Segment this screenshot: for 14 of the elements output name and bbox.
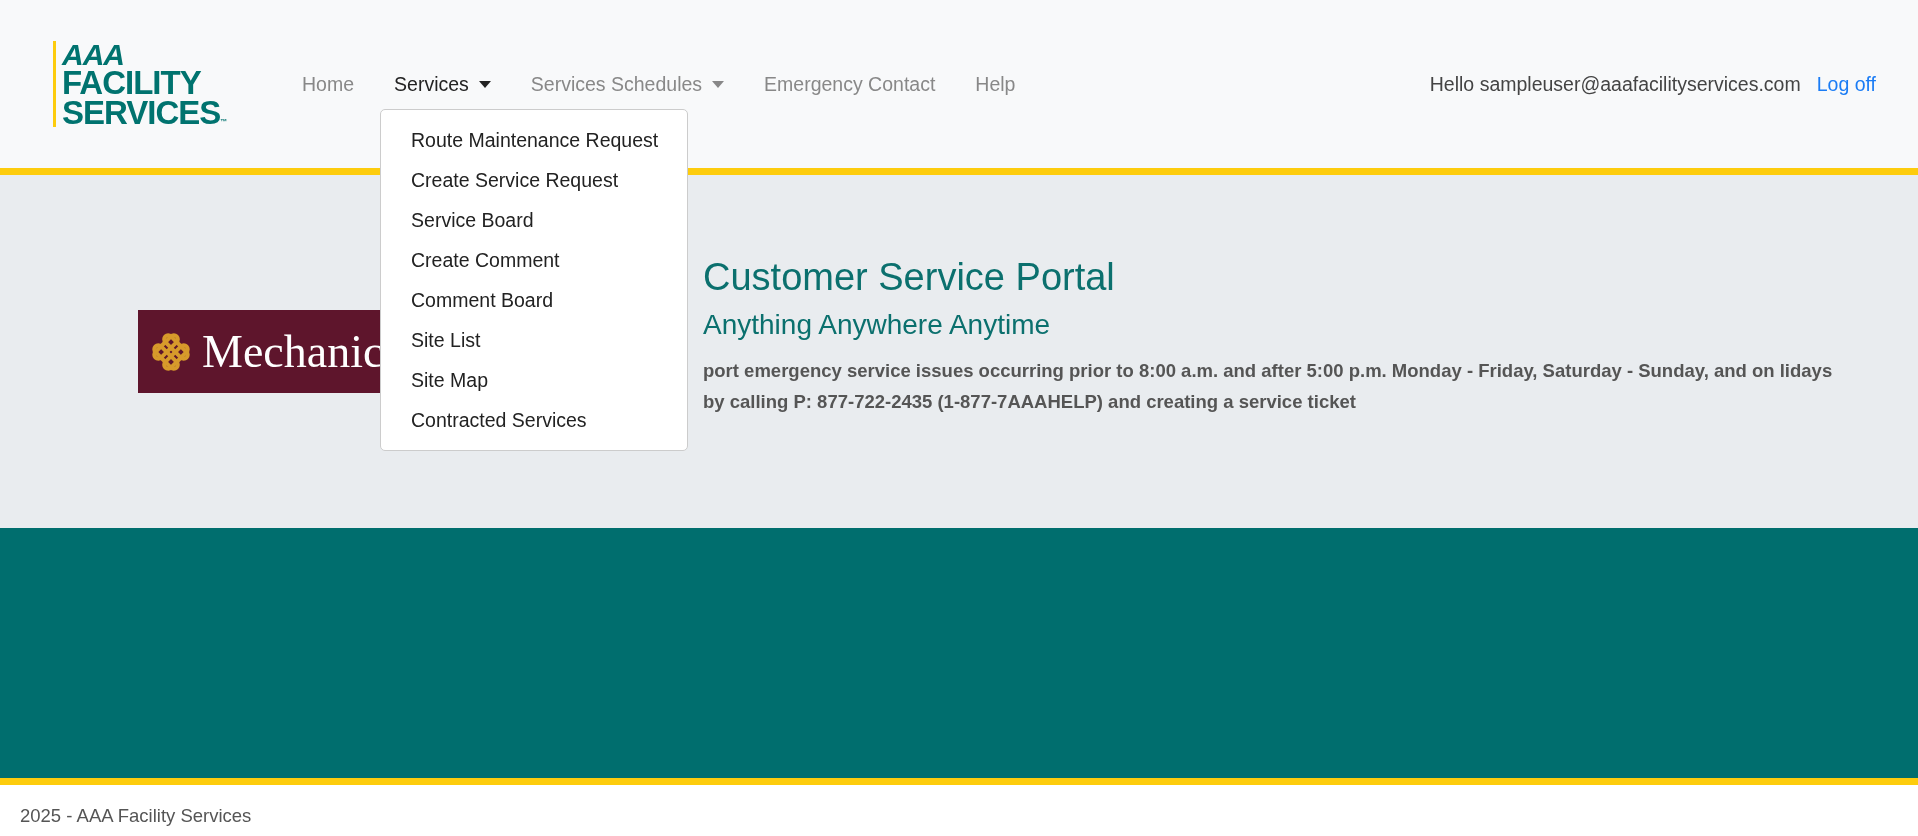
menu-item[interactable]: Service Board [381,199,688,240]
caret-icon [478,80,491,88]
footer-text: 2025 - AAA Facility Services [20,805,252,826]
menu-item[interactable]: Route Maintenance Request [381,119,688,160]
nav-link[interactable]: Services [374,64,511,104]
menu-item[interactable]: Create Comment [381,239,688,280]
emergency-notice: port emergency service issues occurring prior to 8:00 a.m. and after 5:00 p.m. Monday - Friday, Saturday - Sunday, and on lidays by calling P: 877-722-2435 (1-877-7AAAHELP) and creating a service ticket [703,359,1834,414]
portal-subtitle: Anything Anywhere Anytime [703,309,1052,341]
logoff-link[interactable]: Log off [1816,72,1876,96]
menu-item[interactable]: Create Service Request [381,159,688,200]
user-greeting: Hello sampleuser@aaafacilityservices.com [1429,72,1801,96]
caret-icon [712,80,725,88]
menu-item[interactable]: Contracted Services [381,399,688,440]
portal-title: Customer Service Portal [703,256,1116,299]
